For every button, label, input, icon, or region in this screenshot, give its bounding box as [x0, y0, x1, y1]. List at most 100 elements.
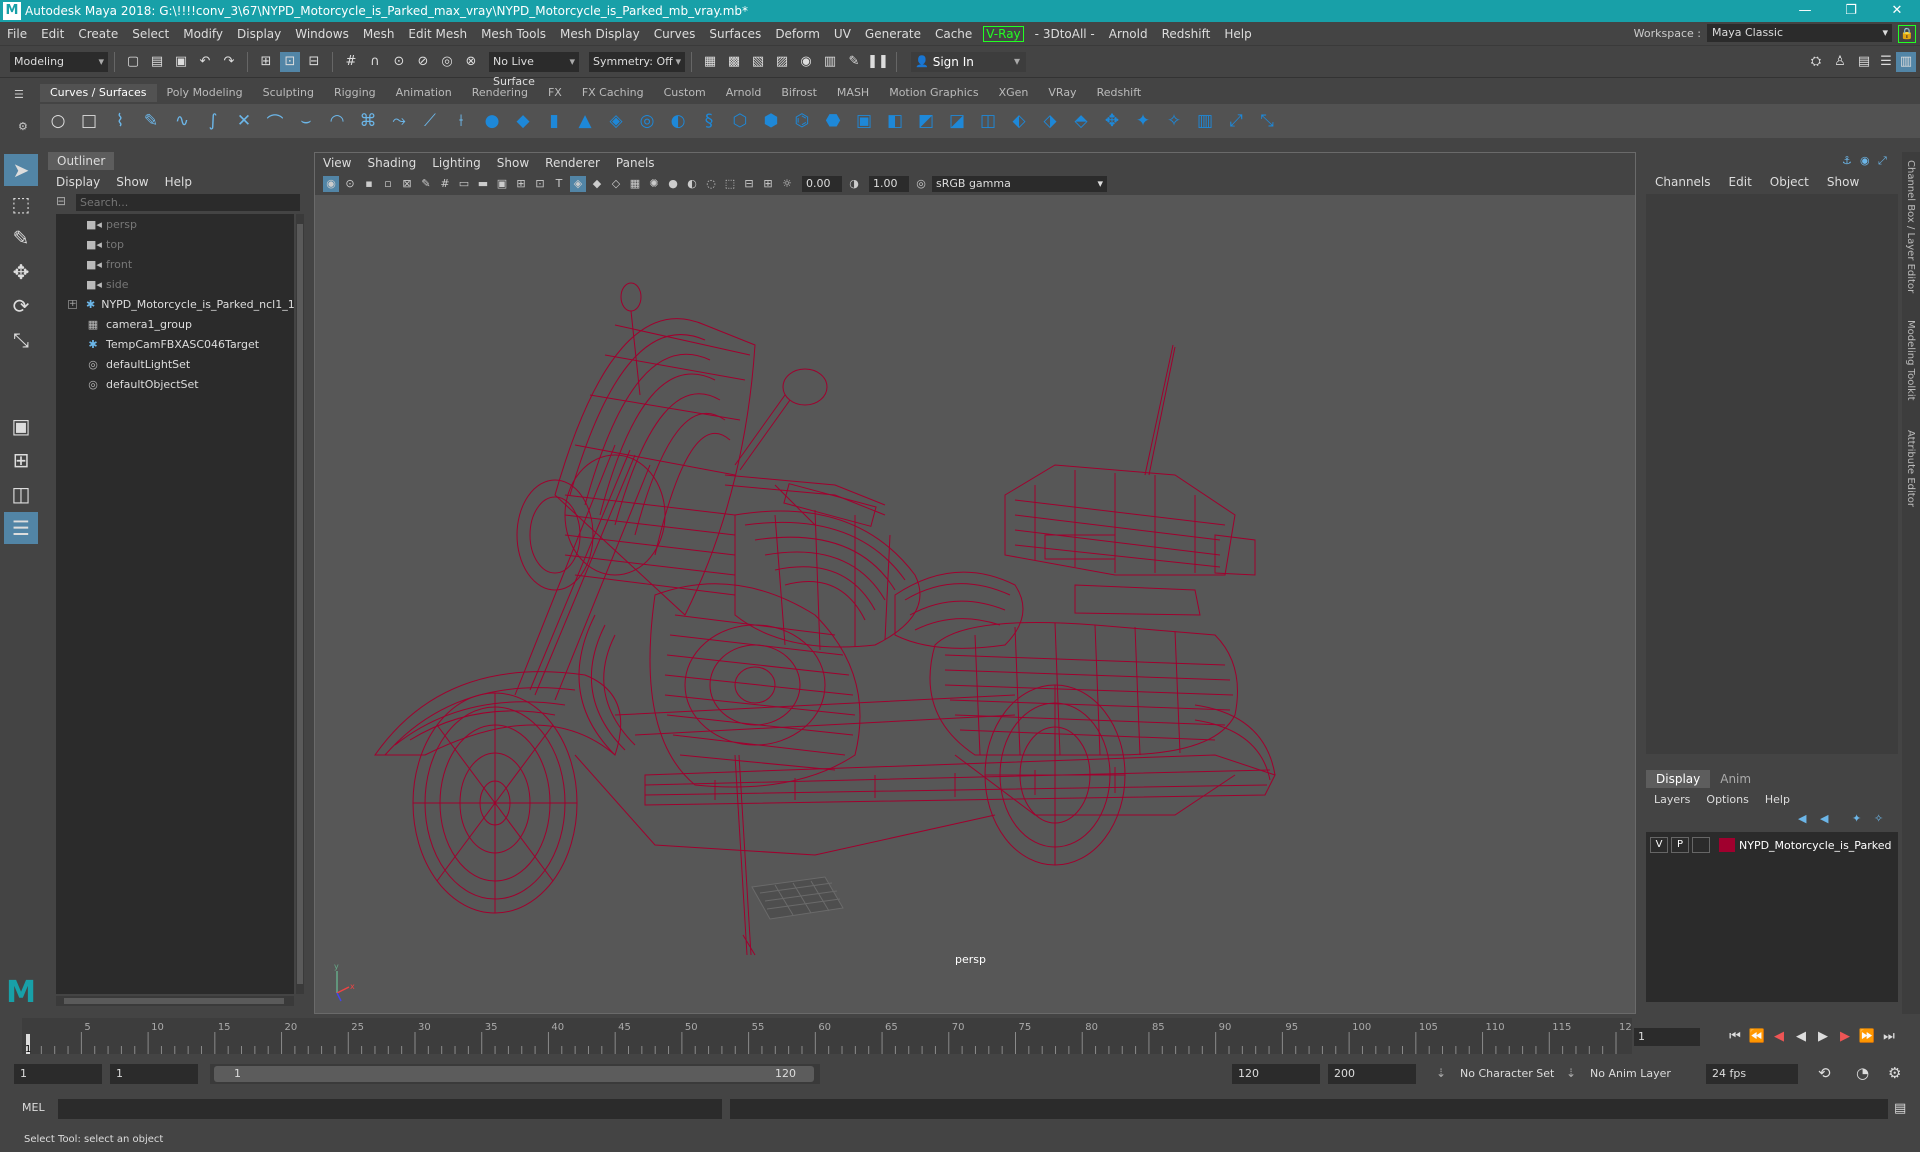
playback-end-field[interactable]: 120 — [1232, 1064, 1320, 1084]
outliner-item[interactable]: ◎ defaultLightSet — [56, 354, 294, 374]
outliner-item[interactable]: ✱ TempCamFBXASC046Target — [56, 334, 294, 354]
shelf-tab-custom[interactable]: Custom — [654, 84, 716, 102]
viewport-menu-show[interactable]: Show — [489, 153, 537, 173]
intersect-surface-icon[interactable]: ⬖ — [1005, 107, 1033, 135]
outliner-item[interactable]: ■◂ front — [56, 254, 294, 274]
new-layer-selected-icon[interactable]: ✧ — [1874, 812, 1883, 825]
untrim-icon[interactable]: ◫ — [974, 107, 1002, 135]
outliner-item[interactable]: ▦ camera1_group — [56, 314, 294, 334]
attach-surface-icon[interactable]: ⬗ — [1036, 107, 1064, 135]
menu-cache[interactable]: Cache — [928, 27, 979, 41]
exposure-field[interactable]: 0.00 — [802, 176, 842, 192]
viewport-menu-shading[interactable]: Shading — [359, 153, 424, 173]
offset-curve-icon[interactable]: ⤳ — [385, 107, 413, 135]
character-set-dropdown[interactable]: No Character Set — [1454, 1064, 1564, 1084]
nurbs-sphere-icon[interactable]: ● — [478, 107, 506, 135]
sculpt-geometry-icon[interactable]: ✥ — [1098, 107, 1126, 135]
bezier-curve-icon[interactable]: ∫ — [199, 107, 227, 135]
bookmarks-icon[interactable]: ▪ — [361, 176, 377, 192]
layer-color-swatch[interactable] — [1719, 838, 1735, 852]
move-layer-down-icon[interactable]: ◀ — [1820, 812, 1828, 825]
curve-detach-icon[interactable]: ⌣ — [292, 107, 320, 135]
lock-icon[interactable]: 🔒 — [1898, 25, 1916, 43]
layer-tab-display[interactable]: Display — [1646, 770, 1711, 788]
extend-curve-icon[interactable]: ⟋ — [416, 107, 444, 135]
isolate-select-icon[interactable]: ⬚ — [722, 176, 738, 192]
wireframe-icon[interactable]: ◈ — [570, 176, 586, 192]
menu-uv[interactable]: UV — [827, 27, 858, 41]
select-camera-icon[interactable]: ◉ — [323, 176, 339, 192]
attribute-editor-icon[interactable]: ▤ — [1854, 52, 1874, 72]
redo-icon[interactable]: ↷ — [219, 52, 239, 72]
menu-deform[interactable]: Deform — [768, 27, 827, 41]
view-transform-dropdown[interactable]: sRGB gamma — [932, 176, 1107, 192]
channel-menu-object[interactable]: Object — [1761, 172, 1818, 192]
four-view-layout-icon[interactable]: ⊞ — [4, 444, 38, 476]
channel-menu-channels[interactable]: Channels — [1646, 172, 1720, 192]
sign-in-button[interactable]: 👤 Sign In — [911, 51, 1026, 72]
step-forward-key-icon[interactable]: ⏩ — [1856, 1026, 1878, 1048]
loop-icon[interactable]: ⟲ — [1818, 1064, 1831, 1082]
live-surface-field[interactable]: No Live Surface — [489, 51, 579, 88]
shelf-tab-rendering[interactable]: Rendering — [462, 84, 538, 102]
step-back-key-icon[interactable]: ⏪ — [1746, 1026, 1768, 1048]
ipr-render-icon[interactable]: ▧ — [748, 52, 768, 72]
menu-create[interactable]: Create — [71, 27, 125, 41]
rotate-tool-icon[interactable]: ⟳ — [4, 290, 38, 322]
cv-curve-icon[interactable]: ⌇ — [106, 107, 134, 135]
menu-windows[interactable]: Windows — [288, 27, 356, 41]
menu-set-dropdown[interactable]: Modeling — [10, 51, 108, 72]
maximize-button[interactable]: ❐ — [1828, 0, 1874, 22]
script-editor-icon[interactable]: ▤ — [1894, 1101, 1906, 1116]
menu-modify[interactable]: Modify — [176, 27, 230, 41]
shelf-tab-mash[interactable]: MASH — [827, 84, 879, 102]
undo-icon[interactable]: ↶ — [195, 52, 215, 72]
channel-menu-show[interactable]: Show — [1818, 172, 1868, 192]
rebuild-surface-icon[interactable]: ▥ — [1191, 107, 1219, 135]
shelf-tab-rigging[interactable]: Rigging — [324, 84, 386, 102]
viewport-menu-panels[interactable]: Panels — [608, 153, 663, 173]
pencil-curve-icon[interactable]: ✎ — [137, 107, 165, 135]
channel-box-area[interactable] — [1646, 194, 1898, 754]
gamma-field[interactable]: 1.00 — [869, 176, 909, 192]
display-layer-row[interactable]: V P NYPD_Motorcycle_is_Parked — [1650, 836, 1894, 854]
color-management-icon[interactable]: ◎ — [913, 176, 929, 192]
shelf-tab-animation[interactable]: Animation — [386, 84, 462, 102]
shelf-tab-xgen[interactable]: XGen — [989, 84, 1039, 102]
lasso-tool-icon[interactable]: ⬚ — [4, 188, 38, 220]
move-layer-up-icon[interactable]: ◀ — [1798, 812, 1806, 825]
open-scene-icon[interactable]: ▤ — [147, 52, 167, 72]
nurbs-cube-icon[interactable]: ◆ — [509, 107, 537, 135]
stitch-icon[interactable]: ✧ — [1160, 107, 1188, 135]
go-to-end-icon[interactable]: ⏭ — [1878, 1026, 1900, 1048]
render-settings-icon[interactable]: ▨ — [772, 52, 792, 72]
animation-preferences-icon[interactable]: ⚙ — [1888, 1064, 1901, 1082]
script-language-toggle[interactable]: MEL — [22, 1101, 45, 1114]
trim-tool-icon[interactable]: ◪ — [943, 107, 971, 135]
menu-redshift[interactable]: Redshift — [1155, 27, 1218, 41]
outliner-item[interactable]: ■◂ persp — [56, 214, 294, 234]
tool-settings-icon[interactable]: ☰ — [1876, 52, 1896, 72]
viewport-menu-lighting[interactable]: Lighting — [424, 153, 489, 173]
insert-isoparm-icon[interactable]: ⤢ — [1222, 107, 1250, 135]
shelf-tab-redshift[interactable]: Redshift — [1087, 84, 1152, 102]
menu-mesh[interactable]: Mesh — [356, 27, 402, 41]
shelf-settings-icon[interactable]: ⚙ — [18, 120, 28, 133]
project-curve-icon[interactable]: ◩ — [912, 107, 940, 135]
image-plane-icon[interactable]: ▫ — [380, 176, 396, 192]
close-button[interactable]: ✕ — [1874, 0, 1920, 22]
scale-tool-icon[interactable]: ⤡ — [4, 324, 38, 356]
select-hierarchy-icon[interactable]: ⊞ — [256, 52, 276, 72]
layer-playback-toggle[interactable]: P — [1671, 837, 1689, 853]
outliner-menu-display[interactable]: Display — [48, 172, 108, 192]
curve-intersect-icon[interactable]: ✕ — [230, 107, 258, 135]
detach-surface-icon[interactable]: ⬘ — [1067, 107, 1095, 135]
render-view-icon[interactable]: ▦ — [700, 52, 720, 72]
viewport-menu-renderer[interactable]: Renderer — [537, 153, 608, 173]
layer-menu-layers[interactable]: Layers — [1646, 790, 1698, 810]
select-component-icon[interactable]: ⊟ — [304, 52, 324, 72]
film-gate-icon[interactable]: ▭ — [456, 176, 472, 192]
snap-curve-icon[interactable]: ∩ — [365, 52, 385, 72]
command-input[interactable] — [58, 1099, 722, 1119]
character-controls-icon[interactable]: ♙ — [1830, 52, 1850, 72]
